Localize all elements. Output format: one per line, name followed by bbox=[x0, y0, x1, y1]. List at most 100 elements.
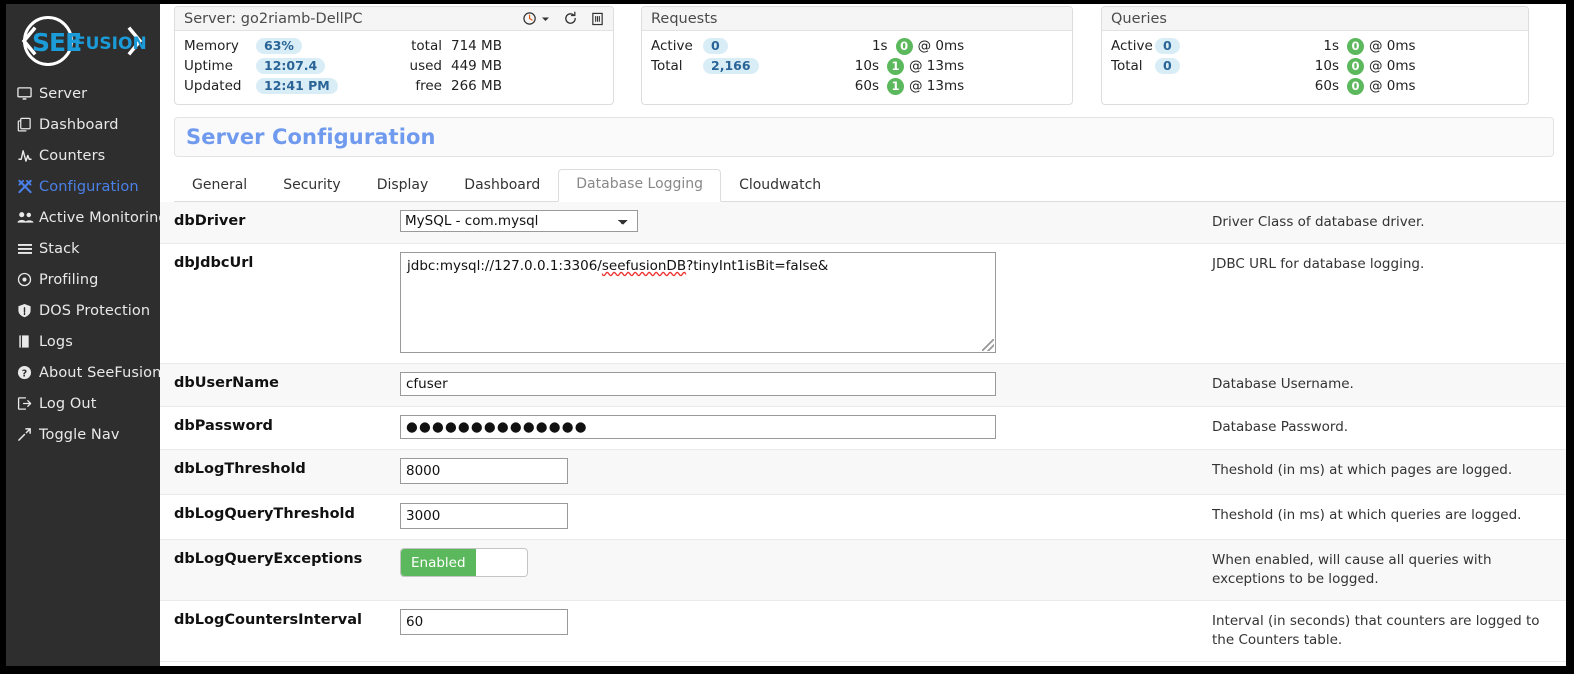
sidebar-item-dos-protection[interactable]: DOS Protection bbox=[6, 295, 160, 326]
queries-intervals: 1s 0 @ 0ms 10s 0 @ 0ms 60s 0 @ 0ms bbox=[1307, 36, 1416, 96]
field-description: Database Password. bbox=[1210, 406, 1566, 450]
stat-key: Total bbox=[651, 58, 683, 74]
server-card-actions bbox=[523, 11, 604, 26]
sidebar-item-configuration[interactable]: Configuration bbox=[6, 171, 160, 202]
config-row-dblogquerythreshold: dbLogQueryThreshold Theshold (in ms) at … bbox=[160, 494, 1566, 540]
sidebar: SEE FUSION Server Dashboard Counters Con… bbox=[6, 4, 160, 666]
field-control bbox=[400, 449, 1210, 495]
config-row-dblogcountersinterval: dbLogCountersInterval Interval (in secon… bbox=[160, 600, 1566, 662]
total-value: 714 MB bbox=[451, 38, 502, 54]
sidebar-label: Logs bbox=[39, 333, 73, 350]
sidebar-label: Active Monitoring bbox=[39, 209, 160, 226]
interval-row: 60s 1 @ 13ms bbox=[847, 76, 964, 96]
server-memory-stats: Memory 63% Uptime 12:07.4 Updated 12:41 … bbox=[184, 36, 394, 96]
sidebar-item-active-monitoring[interactable]: Active Monitoring bbox=[6, 202, 160, 233]
tab-display[interactable]: Display bbox=[359, 170, 447, 202]
field-description: When enabled, will cause all queries wit… bbox=[1210, 539, 1566, 601]
total-label: total bbox=[411, 38, 442, 54]
field-description: Driver Class of database driver. bbox=[1210, 202, 1566, 244]
field-description: JDBC URL for database logging. bbox=[1210, 243, 1566, 364]
dblogcountersinterval-input[interactable] bbox=[400, 609, 568, 635]
url-suffix: ?tinyInt1isBit=false& bbox=[686, 258, 829, 274]
sidebar-item-counters[interactable]: Counters bbox=[6, 140, 160, 171]
dblogquerythreshold-input[interactable] bbox=[400, 503, 568, 529]
stat-pill: 0 bbox=[703, 38, 728, 54]
requests-card-title: Requests bbox=[651, 10, 718, 27]
target-icon bbox=[17, 272, 39, 287]
tab-dashboard[interactable]: Dashboard bbox=[446, 170, 558, 202]
config-table: dbDriver MySQL - com.mysql Driver Class … bbox=[160, 202, 1566, 662]
requests-intervals: 1s 0 @ 0ms 10s 1 @ 13ms 60s 1 @ 13ms bbox=[847, 36, 964, 96]
stat-row: Memory 63% bbox=[184, 36, 394, 56]
interval-avg: @ 0ms bbox=[1369, 58, 1416, 74]
tab-database-logging[interactable]: Database Logging bbox=[558, 169, 722, 202]
queries-card-title: Queries bbox=[1111, 10, 1167, 27]
dbdriver-select[interactable]: MySQL - com.mysql bbox=[400, 210, 638, 232]
svg-text:?: ? bbox=[22, 368, 28, 379]
tab-cloudwatch[interactable]: Cloudwatch bbox=[721, 170, 839, 202]
stat-pill: 63% bbox=[256, 38, 302, 54]
sidebar-item-about[interactable]: ? About SeeFusion bbox=[6, 357, 160, 388]
requests-card-header: Requests bbox=[642, 7, 1072, 31]
stat-key: Active bbox=[651, 38, 693, 54]
sidebar-item-server[interactable]: Server bbox=[6, 78, 160, 109]
field-description: Theshold (in ms) at which pages are logg… bbox=[1210, 449, 1566, 495]
sidebar-item-dashboard[interactable]: Dashboard bbox=[6, 109, 160, 140]
requests-counts: Active 0 Total 2,166 bbox=[651, 36, 847, 96]
app-window: SEE FUSION Server Dashboard Counters Con… bbox=[0, 0, 1574, 674]
stat-pill: 2,166 bbox=[703, 58, 759, 74]
sidebar-label: Configuration bbox=[39, 178, 139, 195]
interval-avg: @ 0ms bbox=[917, 38, 965, 54]
sidebar-item-log-out[interactable]: Log Out bbox=[6, 388, 160, 419]
requests-status-card: Requests Active 0 Total 2,166 1s 0 @ 0ms… bbox=[641, 6, 1073, 105]
field-control bbox=[400, 406, 1210, 450]
dbpassword-input[interactable] bbox=[400, 415, 996, 439]
field-control: jdbc:mysql://127.0.0.1:3306/seefusionDB?… bbox=[400, 243, 1210, 364]
queries-card-body: Active 0 Total 0 1s 0 @ 0ms 10s 0 @ 0ms … bbox=[1102, 31, 1528, 104]
interval-label: 1s bbox=[1323, 38, 1339, 54]
sidebar-item-logs[interactable]: Logs bbox=[6, 326, 160, 357]
config-row-dblogqueryexceptions: dbLogQueryExceptions Enabled When enable… bbox=[160, 539, 1566, 601]
stat-pill: 12:41 PM bbox=[256, 78, 338, 94]
clock-dropdown-icon[interactable] bbox=[523, 11, 550, 26]
tab-general[interactable]: General bbox=[174, 170, 265, 202]
stat-key: Active bbox=[1111, 38, 1153, 54]
server-card-body: Memory 63% Uptime 12:07.4 Updated 12:41 … bbox=[175, 31, 613, 104]
config-tabs: General Security Display Dashboard Datab… bbox=[174, 169, 1566, 202]
dblogthreshold-input[interactable] bbox=[400, 458, 568, 484]
interval-label: 1s bbox=[871, 38, 888, 54]
sidebar-item-toggle-nav[interactable]: Toggle Nav bbox=[6, 419, 160, 450]
sidebar-label: Counters bbox=[39, 147, 106, 164]
tab-security[interactable]: Security bbox=[265, 170, 359, 202]
field-description: Interval (in seconds) that counters are … bbox=[1210, 600, 1566, 662]
monitor-icon bbox=[17, 86, 39, 101]
interval-avg: @ 13ms bbox=[909, 78, 965, 94]
sidebar-item-stack[interactable]: Stack bbox=[6, 233, 160, 264]
field-control: MySQL - com.mysql bbox=[400, 202, 1210, 244]
field-label: dbDriver bbox=[160, 202, 400, 244]
refresh-icon[interactable] bbox=[563, 11, 578, 26]
shield-icon bbox=[17, 303, 39, 318]
stat-pill: 0 bbox=[1155, 38, 1180, 54]
stat-key: Updated bbox=[184, 78, 242, 94]
question-icon: ? bbox=[17, 365, 39, 380]
stat-row: Active 0 bbox=[651, 36, 847, 56]
server-card-title: Server: go2riamb-DellPC bbox=[184, 10, 363, 27]
field-label: dbLogQueryThreshold bbox=[160, 494, 400, 540]
dblogqueryexceptions-toggle[interactable]: Enabled bbox=[400, 548, 528, 577]
expand-icon bbox=[17, 427, 39, 442]
main-content: Server: go2riamb-DellPC Memory 63% Uptim… bbox=[160, 4, 1566, 666]
interval-row: 10s 0 @ 0ms bbox=[1307, 56, 1416, 76]
dbjdbcurl-textarea[interactable]: jdbc:mysql://127.0.0.1:3306/seefusionDB?… bbox=[400, 252, 996, 353]
trash-icon[interactable] bbox=[591, 11, 604, 26]
dbusername-input[interactable] bbox=[400, 372, 996, 396]
stat-row: Total 2,166 bbox=[651, 56, 847, 76]
resize-grip-icon[interactable] bbox=[982, 339, 994, 351]
total-value: 449 MB bbox=[451, 58, 502, 74]
app-logo[interactable]: SEE FUSION bbox=[6, 4, 160, 78]
sidebar-label: Dashboard bbox=[39, 116, 119, 133]
interval-row: 10s 1 @ 13ms bbox=[847, 56, 964, 76]
stat-key: Uptime bbox=[184, 58, 233, 74]
interval-avg: @ 0ms bbox=[1369, 38, 1416, 54]
sidebar-item-profiling[interactable]: Profiling bbox=[6, 264, 160, 295]
